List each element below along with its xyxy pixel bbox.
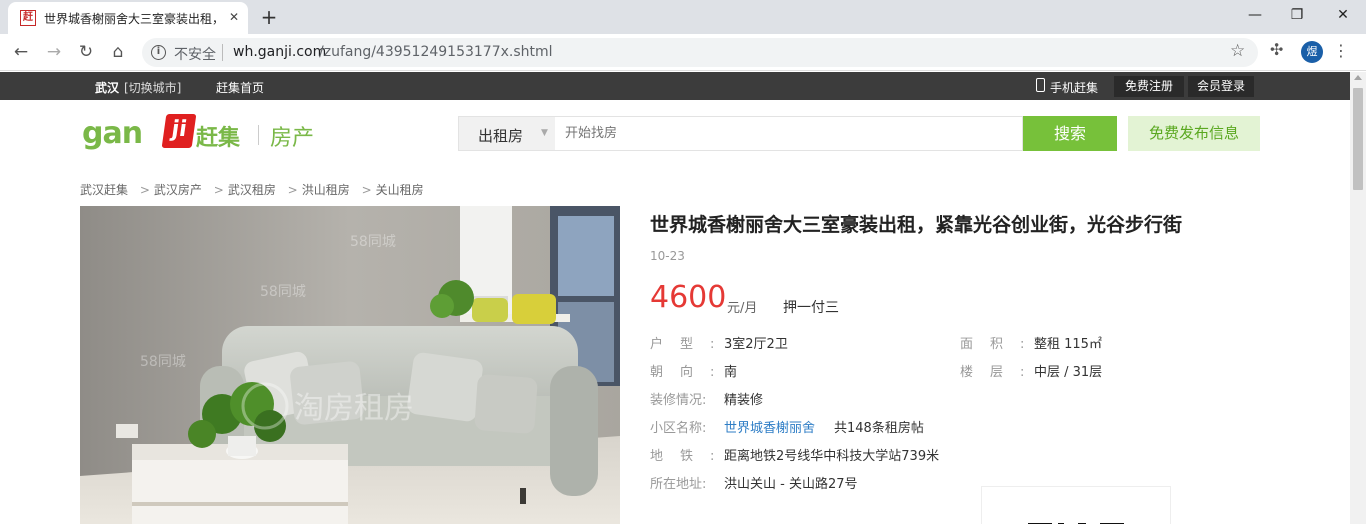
payment-terms: 押一付三 xyxy=(783,300,839,316)
extensions-puzzle-icon[interactable]: ✣ xyxy=(1270,40,1283,59)
orientation-label: 朝向: xyxy=(650,365,732,380)
browser-toolbar: ← → ↻ ⌂ i 不安全 wh.ganji.com /zufang/43951… xyxy=(0,34,1366,71)
login-button[interactable]: 会员登录 xyxy=(1188,76,1254,97)
area-label: 面积: xyxy=(960,337,1042,352)
reload-icon[interactable]: ↻ xyxy=(74,40,98,64)
ganji-favicon-icon: 赶 xyxy=(20,10,36,26)
scrollbar-thumb[interactable] xyxy=(1353,88,1363,190)
price-unit: 元/月 xyxy=(727,301,758,316)
search-box: 出租房 ▼ xyxy=(458,116,1023,151)
browser-tab-active[interactable]: 赶 世界城香榭丽舍大三室豪装出租， ✕ xyxy=(8,2,248,34)
breadcrumb-item[interactable]: 关山租房 xyxy=(376,183,424,197)
forward-arrow-icon[interactable]: → xyxy=(42,40,66,64)
site-top-nav: 武汉 [切换城市] 赶集首页 手机赶集 免费注册 会员登录 xyxy=(0,72,1350,100)
search-input[interactable] xyxy=(555,117,1021,150)
close-window-icon[interactable]: ✕ xyxy=(1330,4,1356,26)
logo-category: 房产 xyxy=(270,126,315,151)
back-arrow-icon[interactable]: ← xyxy=(9,40,33,64)
breadcrumb-separator: > xyxy=(139,183,150,197)
community-post-count: 共148条租房帖 xyxy=(834,421,924,436)
breadcrumb-item[interactable]: 武汉赶集 xyxy=(80,183,128,197)
community-label: 小区名称: xyxy=(650,421,707,436)
watermark-center: 淘房租房 xyxy=(294,391,414,426)
logo-cn: 赶集 xyxy=(196,126,241,151)
breadcrumb-item[interactable]: 武汉房产 xyxy=(154,183,202,197)
breadcrumb-separator: > xyxy=(213,183,224,197)
page-viewport: 武汉 [切换城市] 赶集首页 手机赶集 免费注册 会员登录 gan ji 赶集 … xyxy=(0,72,1350,524)
address-bar[interactable]: i 不安全 wh.ganji.com /zufang/4395124915317… xyxy=(142,38,1258,67)
bookmark-star-icon[interactable]: ☆ xyxy=(1230,41,1245,61)
qr-code-icon xyxy=(1028,523,1124,524)
ganji-logo[interactable]: gan ji 赶集 房产 xyxy=(80,112,330,154)
watermark-58: 58同城 xyxy=(350,234,396,250)
search-button[interactable]: 搜索 xyxy=(1023,116,1117,151)
address-separator xyxy=(222,44,223,61)
breadcrumb: 武汉赶集 > 武汉房产 > 武汉租房 > 洪山租房 > 关山租房 xyxy=(80,181,428,198)
community-link[interactable]: 世界城香榭丽舍 xyxy=(724,417,815,436)
page-scrollbar[interactable] xyxy=(1350,72,1366,524)
logo-ji: ji xyxy=(161,114,197,148)
breadcrumb-separator: > xyxy=(361,183,372,197)
breadcrumb-item[interactable]: 武汉租房 xyxy=(228,183,276,197)
restore-window-icon[interactable]: ❐ xyxy=(1284,4,1310,26)
mobile-ganji-link[interactable]: 手机赶集 xyxy=(1050,79,1098,96)
scroll-up-arrow-icon[interactable] xyxy=(1354,75,1362,80)
metro-value: 距离地铁2号线华中科技大学站739米 xyxy=(724,449,940,464)
info-icon[interactable]: i xyxy=(151,45,166,60)
address-label: 所在地址: xyxy=(650,477,707,492)
tab-title: 世界城香榭丽舍大三室豪装出租， xyxy=(44,12,222,26)
metro-label: 地铁: xyxy=(650,449,732,464)
orientation-value: 南 xyxy=(724,365,738,380)
home-icon[interactable]: ⌂ xyxy=(106,40,130,64)
browser-tab-strip: 赶 世界城香榭丽舍大三室豪装出租， ✕ + — ❐ ✕ xyxy=(0,0,1366,34)
watermark-58: 58同城 xyxy=(140,354,186,370)
close-tab-icon[interactable]: ✕ xyxy=(226,9,242,25)
search-category-select[interactable]: 出租房 ▼ xyxy=(459,117,555,150)
switch-city-link[interactable]: [切换城市] xyxy=(124,79,181,96)
logo-gan: gan xyxy=(82,116,143,151)
decoration-label: 装修情况: xyxy=(650,393,707,408)
logo-divider xyxy=(258,125,259,145)
breadcrumb-separator: > xyxy=(287,183,298,197)
listing-date: 10-23 xyxy=(650,249,685,263)
listing-photo[interactable]: 58同城 58同城 58同城 淘房租房 xyxy=(80,206,620,524)
publish-listing-button[interactable]: 免费发布信息 xyxy=(1128,116,1260,151)
new-tab-button[interactable]: + xyxy=(258,6,280,28)
living-room-photo: 58同城 58同城 58同城 淘房租房 xyxy=(80,206,620,524)
register-button[interactable]: 免费注册 xyxy=(1114,76,1184,97)
search-category-label: 出租房 xyxy=(478,127,524,145)
breadcrumb-item[interactable]: 洪山租房 xyxy=(302,183,350,197)
floor-value: 中层 / 31层 xyxy=(1034,365,1103,380)
listing-price: 4600 xyxy=(650,280,727,315)
current-city: 武汉 xyxy=(95,81,120,95)
mobile-phone-icon xyxy=(1036,78,1045,92)
qr-code-panel xyxy=(981,486,1171,524)
decoration-value: 精装修 xyxy=(724,393,764,408)
chevron-down-icon: ▼ xyxy=(541,128,548,138)
layout-label: 户型: xyxy=(650,337,732,352)
listing-title: 世界城香榭丽舍大三室豪装出租，紧靠光谷创业街，光谷步行街 xyxy=(650,214,1183,236)
layout-value: 3室2厅2卫 xyxy=(724,337,788,352)
floor-label: 楼层: xyxy=(960,365,1042,380)
url-host: wh.ganji.com xyxy=(233,44,327,60)
area-value: 整租 115㎡ xyxy=(1034,337,1102,352)
security-status: 不安全 xyxy=(174,47,216,63)
profile-avatar[interactable]: 煜 xyxy=(1301,41,1323,63)
browser-menu-icon[interactable]: ⋮ xyxy=(1333,41,1349,60)
minimize-window-icon[interactable]: — xyxy=(1242,4,1268,26)
ganji-home-link[interactable]: 赶集首页 xyxy=(216,79,264,96)
watermark-58: 58同城 xyxy=(260,284,306,300)
url-path: /zufang/43951249153177x.shtml xyxy=(319,44,553,60)
address-value: 洪山关山 - 关山路27号 xyxy=(724,477,858,492)
